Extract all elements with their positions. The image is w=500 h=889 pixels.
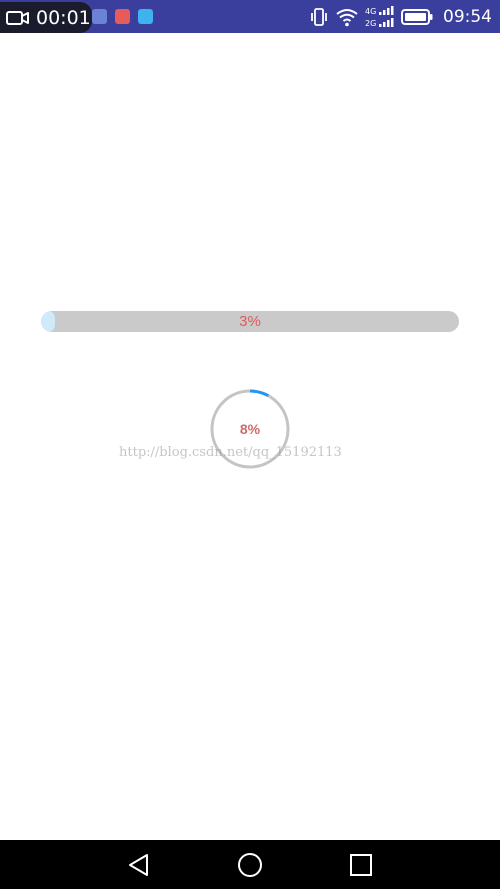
battery-icon (401, 9, 433, 25)
status-clock: 09:54 (443, 7, 492, 27)
store-notification-icon (138, 9, 153, 24)
network-type-bottom: 2G (365, 19, 376, 28)
notification-icons (92, 9, 153, 24)
network-type-top: 4G (365, 7, 376, 16)
system-status-icons: 4G 2G 09:54 (309, 4, 492, 30)
watermark-url: http://blog.csdn.net/qq_15192113 (119, 445, 342, 460)
wifi-icon (336, 9, 358, 27)
cellular-signal-icon: 4G 2G (365, 6, 394, 28)
status-bar: 00:01 4G 2G 09:54 (0, 0, 500, 33)
video-app-notification-icon (115, 9, 130, 24)
back-icon[interactable] (126, 852, 152, 878)
recording-timer: 00:01 (36, 6, 91, 29)
screen-recording-indicator[interactable]: 00:01 (0, 2, 92, 33)
recents-icon[interactable] (348, 852, 374, 878)
video-camera-icon (6, 10, 29, 25)
horizontal-progress-bar: 3% (41, 311, 459, 332)
vibrate-icon (311, 8, 327, 26)
navigation-bar (0, 840, 500, 889)
home-icon[interactable] (237, 852, 263, 878)
progress-bar-label: 3% (239, 313, 261, 330)
app-notification-icon (92, 9, 107, 24)
